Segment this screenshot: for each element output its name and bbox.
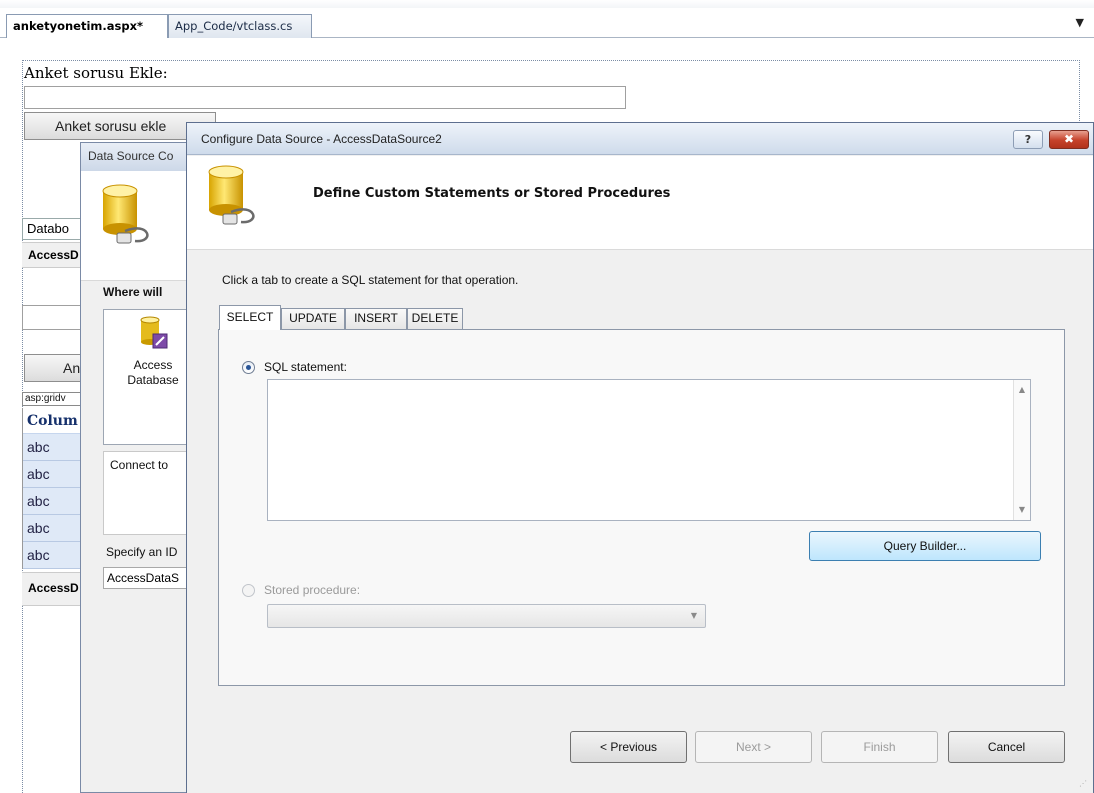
where-label: Where will	[103, 285, 163, 299]
sql-statement-label: SQL statement:	[264, 360, 347, 374]
tab-vtclass-cs[interactable]: App_Code/vtclass.cs	[168, 14, 312, 38]
close-button[interactable]: ✖	[1049, 130, 1089, 149]
table-row: abc	[23, 461, 86, 488]
dialog-title: Configure Data Source - AccessDataSource…	[201, 132, 442, 146]
list-item-label: Access Database	[127, 358, 179, 387]
table-row: abc	[23, 542, 86, 569]
answer-input[interactable]	[22, 305, 84, 330]
access-database-icon	[140, 316, 168, 349]
tab-insert[interactable]: INSERT	[345, 308, 407, 329]
tab-update[interactable]: UPDATE	[281, 308, 345, 329]
list-item[interactable]: Access Database	[118, 316, 188, 388]
stored-procedure-select[interactable]: ▼	[267, 604, 706, 628]
sql-statement-radio[interactable]	[242, 361, 255, 374]
next-button[interactable]: Next >	[695, 731, 812, 763]
vs-designer-window: anketyonetim.aspx* App_Code/vtclass.cs ▼…	[0, 0, 1094, 793]
question-label: Anket sorusu Ekle:	[24, 64, 168, 82]
sql-statement-input[interactable]	[268, 380, 1013, 520]
query-builder-button[interactable]: Query Builder...	[809, 531, 1041, 561]
tab-list-dropdown-icon[interactable]: ▼	[1076, 16, 1084, 29]
sql-statement-box: ▲ ▼	[267, 379, 1031, 521]
dialog-title-bar[interactable]: Configure Data Source - AccessDataSource…	[187, 123, 1093, 155]
chevron-down-icon: ▼	[690, 611, 697, 620]
id-label: Specify an ID	[106, 545, 178, 559]
dialog-heading: Define Custom Statements or Stored Proce…	[313, 186, 671, 201]
gridview[interactable]: Colum abc abc abc abc abc	[22, 408, 86, 569]
question-input[interactable]	[24, 86, 626, 109]
grid-header: Colum	[23, 408, 86, 434]
previous-button[interactable]: < Previous	[570, 731, 687, 763]
help-button[interactable]: ?	[1013, 130, 1043, 149]
access-datasource-control-1[interactable]: AccessD	[22, 242, 84, 268]
scroll-down-icon[interactable]: ▼	[1014, 502, 1030, 518]
scroll-up-icon[interactable]: ▲	[1014, 382, 1030, 398]
finish-button[interactable]: Finish	[821, 731, 938, 763]
tab-delete[interactable]: DELETE	[407, 308, 463, 329]
table-row: abc	[23, 515, 86, 542]
instruction-text: Click a tab to create a SQL statement fo…	[222, 273, 519, 287]
tab-anketyonetim-aspx[interactable]: anketyonetim.aspx*	[6, 14, 168, 38]
sql-scrollbar[interactable]: ▲ ▼	[1013, 380, 1030, 520]
database-connect-icon	[102, 184, 149, 244]
configure-data-source-dialog: Configure Data Source - AccessDataSource…	[186, 122, 1094, 793]
access-datasource-control-2[interactable]: AccessD	[22, 572, 84, 606]
stored-procedure-label: Stored procedure:	[264, 583, 361, 597]
stored-procedure-radio[interactable]	[242, 584, 255, 597]
dialog-header: Define Custom Statements or Stored Proce…	[187, 156, 1093, 250]
gridview-tag: asp:gridv	[22, 392, 86, 406]
document-tab-strip: anketyonetim.aspx* App_Code/vtclass.cs ▼	[0, 0, 1094, 38]
tab-strip-background	[0, 0, 1094, 8]
table-row: abc	[23, 488, 86, 515]
tab-select[interactable]: SELECT	[219, 305, 281, 330]
database-connect-icon	[208, 165, 255, 225]
table-row: abc	[23, 434, 86, 461]
cancel-button[interactable]: Cancel	[948, 731, 1065, 763]
resize-grip-icon[interactable]: ⋰	[1079, 779, 1089, 789]
